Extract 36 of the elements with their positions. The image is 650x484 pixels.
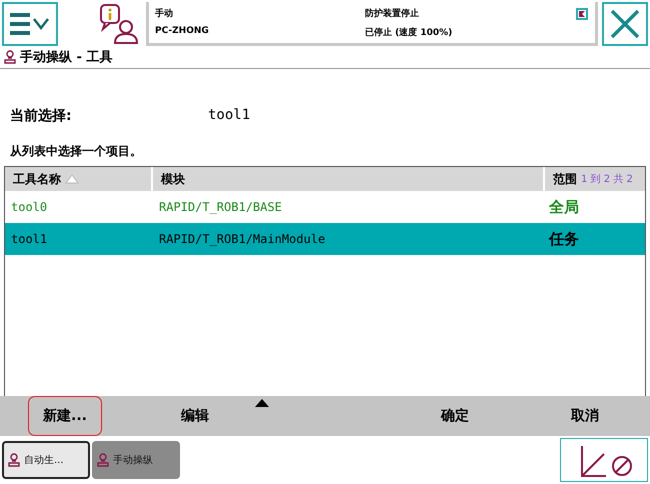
table-cell-text: tool0 (10, 200, 48, 214)
command-button[interactable]: 确定 (426, 396, 484, 436)
sort-icon (65, 174, 79, 184)
command-button[interactable]: 新建... (28, 396, 102, 436)
jog-icon (4, 50, 16, 64)
current-selection-value: tool1 (208, 107, 250, 125)
menu-icon (8, 11, 52, 37)
info-person-icon (99, 3, 139, 45)
range-indicator: 1 到 2 共 2 (581, 172, 633, 186)
controller-name: PC-ZHONG (155, 26, 210, 38)
page-title: 手动操纵 - 工具 (20, 48, 112, 66)
menu-button[interactable] (2, 2, 58, 46)
operating-mode: 手动 (155, 7, 174, 20)
column-header[interactable]: 范围 1 到 2 共 2 (545, 167, 645, 191)
safety-status: 防护装置停止 (365, 7, 420, 20)
column-header[interactable]: 模块 (153, 167, 543, 191)
current-selection-label: 当前选择: (10, 107, 73, 125)
close-button[interactable] (602, 2, 648, 46)
run-status: 已停止 (速度 100%) (365, 26, 454, 38)
table-cell-text: RAPID/T_ROB1/BASE (158, 200, 283, 214)
close-icon (609, 8, 641, 40)
command-button[interactable]: 编辑 (166, 396, 224, 436)
table-row[interactable]: tool1 RAPID/T_ROB1/MainModule 任务 (5, 223, 645, 255)
taskbar-button[interactable]: 自动生... (2, 441, 90, 479)
table-cell-text: RAPID/T_ROB1/MainModule (158, 232, 326, 246)
column-header[interactable]: 工具名称 (5, 167, 151, 191)
command-button[interactable]: 取消 (556, 396, 614, 436)
app-icon (97, 453, 109, 467)
table-cell-text: 全局 (548, 198, 580, 216)
quickset-button[interactable] (560, 438, 648, 482)
taskbar-button[interactable]: 手动操纵 (92, 441, 180, 479)
status-icon (575, 6, 589, 20)
app-icon (8, 453, 20, 467)
instruction-text: 从列表中选择一个项目。 (8, 143, 143, 160)
table-cell-text: 任务 (548, 230, 580, 248)
table-cell-text: tool1 (10, 232, 48, 246)
